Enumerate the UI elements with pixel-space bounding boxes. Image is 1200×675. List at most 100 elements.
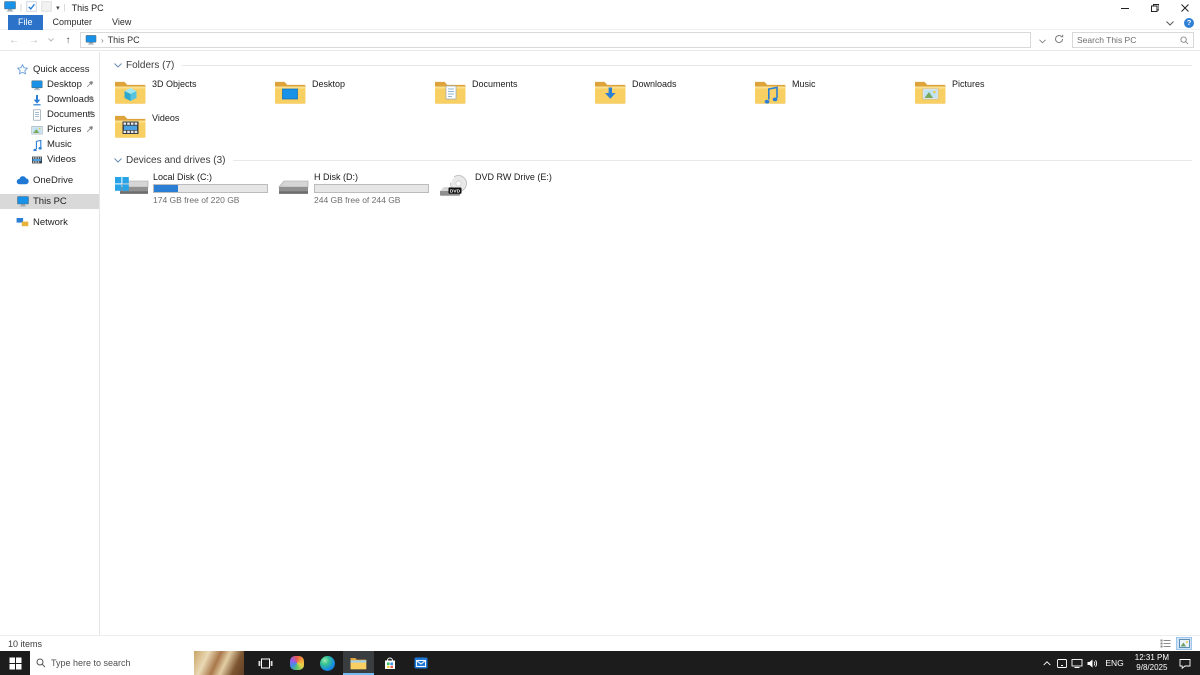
- group-folders: Folders (7) 3D Objects Desktop Documents Dow…: [114, 60, 1192, 145]
- tab-file[interactable]: File: [8, 14, 43, 30]
- tray-tablet-icon[interactable]: [1054, 651, 1069, 675]
- taskbar-file-explorer[interactable]: [343, 651, 374, 675]
- group-name[interactable]: Folders (7): [126, 60, 174, 71]
- tray-volume-icon[interactable]: [1084, 651, 1099, 675]
- start-button[interactable]: [0, 651, 30, 675]
- sidebar-item-videos[interactable]: Videos: [0, 152, 99, 167]
- explorer-window: | ▾ | This PC File Computer View ? ← → ↑ ›…: [0, 0, 1200, 651]
- drive-tile-h-disk-d-[interactable]: H Disk (D:) 244 GB free of 244 GB: [275, 172, 436, 205]
- chevron-down-icon[interactable]: [114, 158, 122, 163]
- item-count: 10 items: [8, 638, 43, 649]
- folder-tile-3d-objects[interactable]: 3D Objects: [114, 77, 274, 105]
- folder-3d-icon: [114, 77, 147, 105]
- task-view-icon: [258, 657, 273, 670]
- tray-network-tray-icon[interactable]: [1069, 651, 1084, 675]
- folder-music-icon: [754, 77, 787, 105]
- folder-tile-label: Documents: [472, 79, 518, 89]
- sidebar-item-label: OneDrive: [33, 175, 74, 186]
- ribbon-tab-bar: File Computer View ?: [0, 14, 1200, 30]
- system-tray: ENG 12:31 PM 9/8/2025: [1039, 651, 1200, 675]
- sidebar-item-desktop[interactable]: Desktop: [0, 77, 99, 92]
- search-icon: [36, 658, 46, 668]
- taskbar-mail[interactable]: [405, 651, 436, 675]
- qat-properties-icon[interactable]: [26, 1, 37, 14]
- sidebar-item-this-pc[interactable]: This PC: [0, 194, 99, 209]
- qat-newfolder-icon[interactable]: [41, 1, 52, 14]
- desktop-icon: [30, 79, 43, 91]
- sidebar-item-downloads[interactable]: Downloads: [0, 92, 99, 107]
- folder-documents-icon: [434, 77, 467, 105]
- sidebar-item-music[interactable]: Music: [0, 137, 99, 152]
- qat-customize-caret-icon[interactable]: ▾: [56, 4, 60, 12]
- restore-button[interactable]: [1140, 0, 1170, 15]
- tab-computer[interactable]: Computer: [43, 15, 103, 30]
- sidebar-item-label: Desktop: [47, 79, 82, 90]
- sidebar-item-label: Music: [47, 139, 72, 150]
- title-bar: | ▾ | This PC: [0, 0, 1200, 15]
- downloads-icon: [30, 94, 43, 106]
- tile-grid: Local Disk (C:) 174 GB free of 220 GB H Di…: [114, 172, 1192, 211]
- documents-icon: [30, 108, 43, 121]
- sidebar-item-label: Pictures: [47, 124, 82, 135]
- search-input[interactable]: [1077, 35, 1180, 45]
- group-divider: [182, 65, 1192, 66]
- recent-locations-icon[interactable]: [46, 37, 56, 44]
- sidebar-item-pictures[interactable]: Pictures: [0, 122, 99, 137]
- taskbar-search[interactable]: [30, 651, 244, 675]
- ribbon-collapse-icon[interactable]: [1166, 18, 1174, 28]
- group-name[interactable]: Devices and drives (3): [126, 155, 225, 166]
- taskbar-copilot[interactable]: [281, 651, 312, 675]
- folder-tile-documents[interactable]: Documents: [434, 77, 594, 105]
- address-box[interactable]: › This PC: [80, 32, 1031, 48]
- sidebar-item-network[interactable]: Network: [0, 215, 99, 230]
- drive-usage-fill: [154, 185, 178, 192]
- drive-name: H Disk (D:): [314, 172, 358, 182]
- sidebar-item-label: Quick access: [33, 64, 90, 75]
- drive-info: H Disk (D:) 244 GB free of 244 GB: [314, 172, 430, 205]
- up-icon[interactable]: ↑: [60, 35, 76, 46]
- sidebar-item-label: Videos: [47, 154, 76, 165]
- svg-text:DVD: DVD: [450, 188, 461, 194]
- refresh-icon[interactable]: [1054, 31, 1064, 49]
- search-box[interactable]: [1072, 32, 1194, 48]
- taskbar-search-input[interactable]: [51, 658, 161, 668]
- search-highlight-image[interactable]: [194, 651, 244, 675]
- tray-chevron-up-icon[interactable]: [1039, 651, 1054, 675]
- thumbnail-view-icon[interactable]: [1176, 637, 1192, 650]
- window-controls: [1110, 0, 1200, 15]
- address-dropdown-icon[interactable]: [1039, 31, 1046, 49]
- pin-icon: [86, 95, 94, 103]
- help-icon[interactable]: ?: [1184, 17, 1194, 28]
- copilot-icon: [289, 656, 304, 670]
- folder-tile-music[interactable]: Music: [754, 77, 914, 105]
- drive-tile-dvd-rw-drive-e-[interactable]: DVD DVD RW Drive (E:): [436, 172, 597, 205]
- back-icon[interactable]: ←: [6, 35, 22, 46]
- folder-tile-pictures[interactable]: Pictures: [914, 77, 1074, 105]
- volume-icon: [1086, 658, 1098, 669]
- drive-tile-local-disk-c-[interactable]: Local Disk (C:) 174 GB free of 220 GB: [114, 172, 275, 205]
- taskbar-edge[interactable]: [312, 651, 343, 675]
- folder-tile-label: 3D Objects: [152, 79, 197, 89]
- action-center-icon[interactable]: [1174, 651, 1196, 675]
- clock-time: 12:31 PM: [1134, 653, 1169, 663]
- folder-tile-downloads[interactable]: Downloads: [594, 77, 754, 105]
- tab-view[interactable]: View: [102, 15, 141, 30]
- group-header: Devices and drives (3): [114, 155, 1192, 166]
- minimize-button[interactable]: [1110, 0, 1140, 15]
- folder-tile-videos[interactable]: Videos: [114, 111, 274, 139]
- breadcrumb[interactable]: This PC: [108, 35, 140, 45]
- close-button[interactable]: [1170, 0, 1200, 15]
- forward-icon[interactable]: →: [26, 35, 42, 46]
- folder-tile-label: Pictures: [952, 79, 985, 89]
- sidebar-item-onedrive[interactable]: OneDrive: [0, 173, 99, 188]
- taskbar-store[interactable]: [374, 651, 405, 675]
- folder-tile-desktop[interactable]: Desktop: [274, 77, 434, 105]
- sidebar-item-documents[interactable]: Documents: [0, 107, 99, 122]
- language-indicator[interactable]: ENG: [1099, 658, 1129, 668]
- clock[interactable]: 12:31 PM 9/8/2025: [1130, 653, 1174, 672]
- details-view-icon[interactable]: [1157, 637, 1173, 650]
- chevron-down-icon[interactable]: [114, 63, 122, 68]
- tile-grid: 3D Objects Desktop Documents Downloads Music…: [114, 77, 1192, 145]
- taskbar-task-view[interactable]: [250, 651, 281, 675]
- sidebar-item-quick-access[interactable]: Quick access: [0, 62, 99, 77]
